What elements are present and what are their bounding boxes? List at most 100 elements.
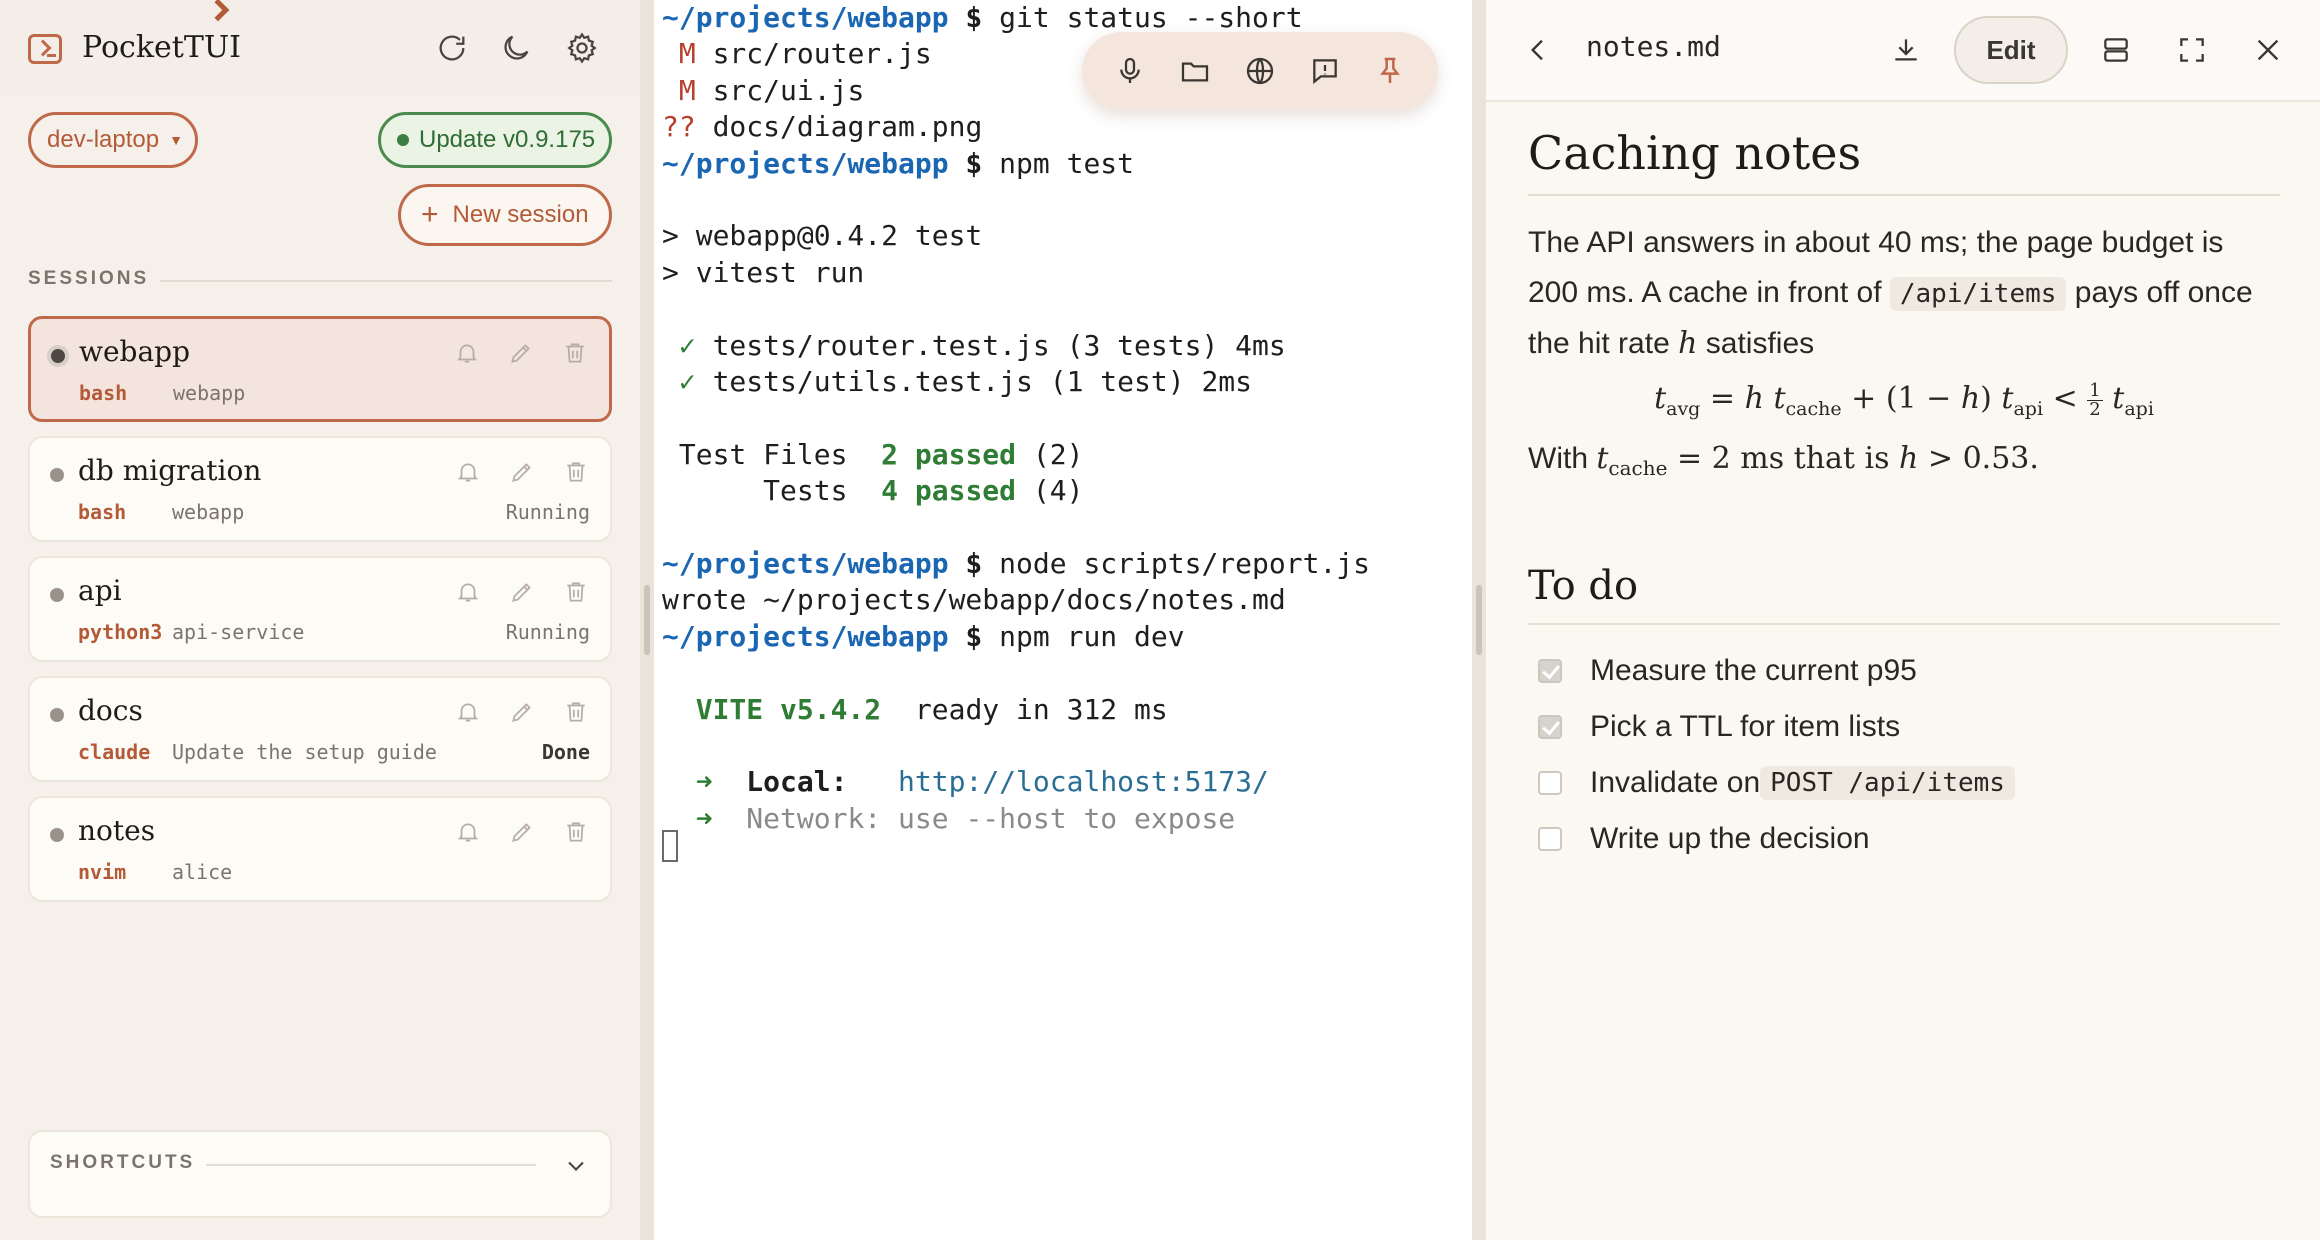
terminal-line: ?? docs/diagram.png xyxy=(662,109,982,145)
local-url[interactable]: http://localhost:5173/ xyxy=(898,765,1269,798)
file-path: src/ui.js xyxy=(712,73,865,107)
math-operator: + (1 − xyxy=(1841,381,1961,416)
command: git status --short xyxy=(999,1,1303,34)
chevron-mark-icon xyxy=(206,0,230,22)
arrow-icon: ➜ xyxy=(695,765,713,799)
trash-icon[interactable] xyxy=(562,698,590,726)
pencil-icon[interactable] xyxy=(508,698,536,726)
session-shell: nvim xyxy=(78,860,127,884)
math-formula: tavg = h tcache + (1 − h) tapi < 12 tapi xyxy=(1654,379,2154,420)
todo-checkbox[interactable] xyxy=(1538,715,1562,739)
resize-handle[interactable] xyxy=(1476,585,1482,655)
terminal-line: ~/projects/webapp $ npm test xyxy=(662,146,1135,180)
session-card[interactable]: db migration bash webapp Running xyxy=(28,436,612,542)
summary-label: Tests xyxy=(662,474,882,508)
feedback-icon[interactable] xyxy=(1306,52,1344,90)
math-subscript: cache xyxy=(1785,398,1842,420)
terminal-cursor xyxy=(662,830,678,862)
bell-icon[interactable] xyxy=(454,698,482,726)
resize-handle[interactable] xyxy=(644,585,650,655)
summary-count: (4) xyxy=(1016,474,1084,508)
session-card[interactable]: webapp bash webapp xyxy=(28,316,612,422)
todo-checkbox[interactable] xyxy=(1538,827,1562,851)
trash-icon[interactable] xyxy=(562,578,590,606)
session-card[interactable]: api python3 api-service Running xyxy=(28,556,612,662)
session-actions xyxy=(454,818,590,846)
refresh-icon[interactable] xyxy=(432,28,472,68)
session-card[interactable]: docs claude Update the setup guide Done xyxy=(28,676,612,782)
new-session-button[interactable]: + New session xyxy=(398,184,612,246)
terminal-line: > vitest run xyxy=(662,255,864,291)
prompt-path: ~/projects/webapp xyxy=(662,547,949,580)
status-dot-icon xyxy=(397,134,409,146)
git-flag: ?? xyxy=(662,110,696,144)
session-shell: bash xyxy=(78,500,127,524)
prompt-path: ~/projects/webapp xyxy=(662,619,949,653)
trash-icon[interactable] xyxy=(561,339,589,367)
session-directory: Update the setup guide xyxy=(172,740,437,764)
caret-down-icon: ▼ xyxy=(169,132,183,148)
session-name: db migration xyxy=(78,454,262,487)
math-term: h xyxy=(1960,381,1981,416)
bell-icon[interactable] xyxy=(453,339,481,367)
bell-icon[interactable] xyxy=(454,818,482,846)
summary-count: (2) xyxy=(1016,437,1084,471)
pencil-icon[interactable] xyxy=(508,458,536,486)
math-term: t xyxy=(2001,381,2014,416)
split-view-icon[interactable] xyxy=(2096,30,2136,70)
session-name: notes xyxy=(78,814,156,847)
todo-checkbox[interactable] xyxy=(1538,771,1562,795)
fullscreen-icon[interactable] xyxy=(2172,30,2212,70)
todo-checkbox[interactable] xyxy=(1538,659,1562,683)
update-button[interactable]: Update v0.9.175 xyxy=(378,112,612,168)
math-variable: h xyxy=(1899,441,1919,476)
new-session-label: New session xyxy=(452,201,589,228)
terminal-line: M src/ui.js xyxy=(662,73,864,109)
trash-icon[interactable] xyxy=(562,818,590,846)
markdown-viewer: notes.md Edit Caching notes The API answ… xyxy=(1486,0,2320,1240)
session-card[interactable]: notes nvim alice xyxy=(28,796,612,902)
moon-icon[interactable] xyxy=(496,28,536,68)
close-icon[interactable] xyxy=(2248,30,2288,70)
pencil-icon[interactable] xyxy=(508,578,536,606)
todo-item: Pick a TTL for item lists xyxy=(1528,699,2280,755)
microphone-icon[interactable] xyxy=(1111,52,1149,90)
trash-icon[interactable] xyxy=(562,458,590,486)
terminal-icon xyxy=(28,34,62,64)
shortcuts-panel[interactable]: SHORTCUTS xyxy=(28,1130,612,1218)
session-name: api xyxy=(78,574,122,607)
session-directory: webapp xyxy=(173,381,246,405)
terminal-line: ~/projects/webapp $ git status --short xyxy=(662,1,1303,34)
session-directory: alice xyxy=(172,860,233,884)
text: = 2 ms that is xyxy=(1667,441,1900,476)
terminal-line: VITE v5.4.2 ready in 312 ms xyxy=(662,692,1168,728)
terminal-line: M src/router.js xyxy=(662,36,932,72)
terminal-line: wrote ~/projects/webapp/docs/notes.md xyxy=(662,582,1286,618)
math-subscript: api xyxy=(2013,398,2044,420)
file-name: notes.md xyxy=(1586,30,1721,63)
terminal-line: Tests 4 passed (4) xyxy=(662,473,1083,509)
host-selector[interactable]: dev-laptop ▼ xyxy=(28,112,198,168)
vite-version: VITE v5.4.2 xyxy=(695,692,882,726)
pencil-icon[interactable] xyxy=(507,339,535,367)
divider xyxy=(160,280,612,282)
pencil-icon[interactable] xyxy=(508,818,536,846)
edit-button[interactable]: Edit xyxy=(1954,16,2068,84)
pane-divider-left[interactable] xyxy=(640,0,654,1240)
summary-label: Test Files xyxy=(662,437,882,471)
file-path: docs/diagram.png xyxy=(712,110,983,144)
pin-icon[interactable] xyxy=(1371,52,1409,90)
gear-icon[interactable] xyxy=(562,28,602,68)
math-term: h xyxy=(1744,381,1764,416)
arrow-icon: ➜ xyxy=(695,801,713,835)
download-icon[interactable] xyxy=(1886,30,1926,70)
bell-icon[interactable] xyxy=(454,578,482,606)
math-term: t xyxy=(1773,381,1786,416)
back-icon[interactable] xyxy=(1518,30,1558,70)
globe-icon[interactable] xyxy=(1241,52,1279,90)
bell-icon[interactable] xyxy=(454,458,482,486)
terminal-pane[interactable]: ~/projects/webapp $ git status --short M… xyxy=(654,0,1472,1240)
chevron-down-icon[interactable] xyxy=(562,1152,590,1180)
pane-divider-right[interactable] xyxy=(1472,0,1486,1240)
folder-icon[interactable] xyxy=(1176,52,1214,90)
